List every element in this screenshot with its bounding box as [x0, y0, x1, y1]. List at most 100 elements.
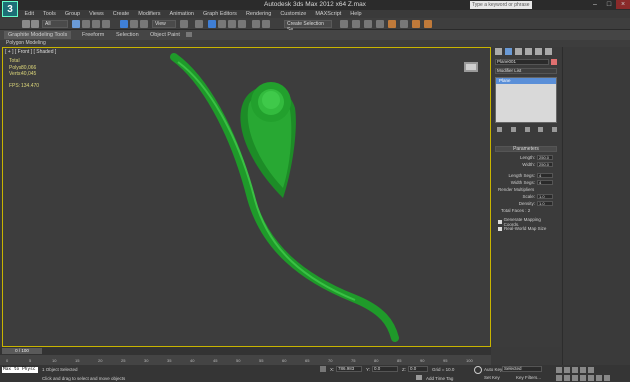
pin-stack-icon[interactable]	[497, 127, 502, 132]
width-input[interactable]: 250.0	[537, 162, 553, 167]
density-input[interactable]: 1.0	[537, 201, 553, 206]
angle-snap-icon[interactable]	[218, 20, 226, 28]
menu-customize[interactable]: Customize	[276, 10, 311, 18]
layer-manager-icon[interactable]	[340, 20, 348, 28]
modifier-list-dropdown[interactable]: Modifier List	[495, 68, 557, 74]
menu-maxscript[interactable]: MAXScript	[311, 10, 346, 18]
rotate-icon[interactable]	[130, 20, 138, 28]
scale-input[interactable]: 1.0	[537, 194, 553, 199]
object-name-field[interactable]: Plane001	[495, 59, 549, 65]
ribbon-minimize-icon[interactable]	[186, 32, 192, 37]
mirror-icon[interactable]	[262, 20, 270, 28]
selected-set-dropdown[interactable]: Selected	[502, 366, 542, 372]
tab-graphite-modeling-tools[interactable]: Graphite Modeling Tools	[4, 31, 72, 39]
object-color-swatch[interactable]	[551, 59, 557, 65]
x-coordinate-input[interactable]: 786.983	[336, 366, 362, 372]
menu-group[interactable]: Group	[60, 10, 84, 18]
named-selection-icon[interactable]	[252, 20, 260, 28]
next-frame-icon[interactable]	[580, 367, 586, 373]
curve-editor-icon[interactable]	[364, 20, 372, 28]
length-segs-input[interactable]: 4	[537, 173, 553, 178]
tab-object-paint[interactable]: Object Paint	[146, 31, 184, 39]
zoom-all-icon[interactable]	[564, 375, 570, 381]
move-icon[interactable]	[120, 20, 128, 28]
menu-views[interactable]: Views	[85, 10, 109, 18]
rendered-frame-icon[interactable]	[412, 20, 420, 28]
minimize-icon[interactable]: –	[588, 0, 602, 9]
show-end-result-icon[interactable]	[510, 127, 516, 132]
hierarchy-tab-icon[interactable]	[515, 48, 522, 55]
display-tab-icon[interactable]	[535, 48, 542, 55]
time-slider-thumb[interactable]: 0 / 100	[2, 348, 42, 354]
length-input[interactable]: 250.0	[537, 155, 553, 160]
motion-tab-icon[interactable]	[525, 48, 532, 55]
close-icon[interactable]: ×	[616, 0, 630, 9]
menu-help[interactable]: Help	[346, 10, 366, 18]
tab-selection[interactable]: Selection	[112, 31, 143, 39]
create-tab-icon[interactable]	[495, 48, 502, 55]
selection-filter-dropdown[interactable]: All	[42, 20, 68, 28]
rect-selection-icon[interactable]	[92, 20, 100, 28]
maximize-viewport-icon[interactable]	[604, 375, 610, 381]
set-key-button[interactable]: Set Key	[484, 375, 500, 380]
tab-freeform[interactable]: Freeform	[78, 31, 108, 39]
search-input[interactable]: Type a keyword or phrase	[470, 1, 532, 9]
menu-rendering[interactable]: Rendering	[241, 10, 275, 18]
y-coordinate-input[interactable]: 0.0	[372, 366, 398, 372]
render-setup-icon[interactable]	[400, 20, 408, 28]
time-slider[interactable]: 0 / 100	[0, 347, 491, 355]
selection-set-dropdown[interactable]: Create Selection Se	[284, 20, 332, 33]
gen-mapping-checkbox[interactable]	[498, 219, 502, 224]
maximize-icon[interactable]: □	[602, 0, 616, 9]
z-coordinate-input[interactable]: 0.0	[408, 366, 428, 372]
add-time-tag-button[interactable]: Add Time Tag	[426, 376, 453, 381]
go-to-start-icon[interactable]	[556, 367, 562, 373]
select-by-name-icon[interactable]	[82, 20, 90, 28]
remove-modifier-icon[interactable]	[538, 127, 544, 132]
menu-modifiers[interactable]: Modifiers	[134, 10, 165, 18]
modify-tab-icon[interactable]	[505, 48, 512, 55]
pivot-icon[interactable]	[180, 20, 188, 28]
material-editor-icon[interactable]	[388, 20, 396, 28]
maxscript-listener[interactable]: Max to Physc	[2, 367, 38, 373]
front-viewport[interactable]: [ + ] [ Front ] [ Shaded ] Total Polys: …	[2, 47, 491, 347]
graphite-toggle-icon[interactable]	[352, 20, 360, 28]
spinner-snap-icon[interactable]	[238, 20, 246, 28]
go-to-end-icon[interactable]	[588, 367, 594, 373]
width-segs-input[interactable]: 4	[537, 180, 553, 185]
play-icon[interactable]	[572, 367, 578, 373]
viewport-label[interactable]: [ + ] [ Front ] [ Shaded ]	[5, 49, 56, 55]
auto-key-button[interactable]: Auto Key	[484, 367, 502, 372]
real-world-checkbox[interactable]	[498, 226, 502, 231]
undo-icon[interactable]	[22, 20, 30, 28]
scale-icon[interactable]	[140, 20, 148, 28]
make-unique-icon[interactable]	[524, 127, 530, 132]
redo-icon[interactable]	[31, 20, 39, 28]
zoom-icon[interactable]	[556, 375, 562, 381]
menu-edit[interactable]: Edit	[20, 10, 38, 18]
menu-tools[interactable]: Tools	[38, 10, 60, 18]
app-logo-icon[interactable]: 3	[2, 1, 18, 17]
window-crossing-icon[interactable]	[102, 20, 110, 28]
time-tag-icon[interactable]	[416, 375, 422, 380]
menu-animation[interactable]: Animation	[165, 10, 198, 18]
snap-toggle-icon[interactable]	[208, 20, 216, 28]
utilities-tab-icon[interactable]	[545, 48, 552, 55]
field-of-view-icon[interactable]	[580, 375, 586, 381]
polygon-modeling-label[interactable]: Polygon Modeling	[6, 40, 46, 47]
track-bar[interactable]: 0 5 10 15 20 25 30 35 40 45 50 55 60 65 70 75 80 85 90 95 10…	[0, 355, 491, 365]
key-filters-button[interactable]: Key Filters...	[516, 375, 541, 380]
zoom-extents-icon[interactable]	[572, 375, 578, 381]
stack-item-plane[interactable]: Plane	[496, 78, 556, 84]
select-manipulate-icon[interactable]	[195, 20, 203, 28]
pan-icon[interactable]	[588, 375, 594, 381]
lock-selection-icon[interactable]	[320, 366, 326, 372]
menu-create[interactable]: Create	[108, 10, 134, 18]
percent-snap-icon[interactable]	[228, 20, 236, 28]
menu-graph-editors[interactable]: Graph Editors	[199, 10, 242, 18]
viewport-scene[interactable]	[3, 48, 490, 346]
parameters-rollout[interactable]: Parameters	[495, 146, 557, 152]
orbit-icon[interactable]	[596, 375, 602, 381]
ref-coord-dropdown[interactable]: View	[152, 20, 176, 28]
previous-frame-icon[interactable]	[564, 367, 570, 373]
